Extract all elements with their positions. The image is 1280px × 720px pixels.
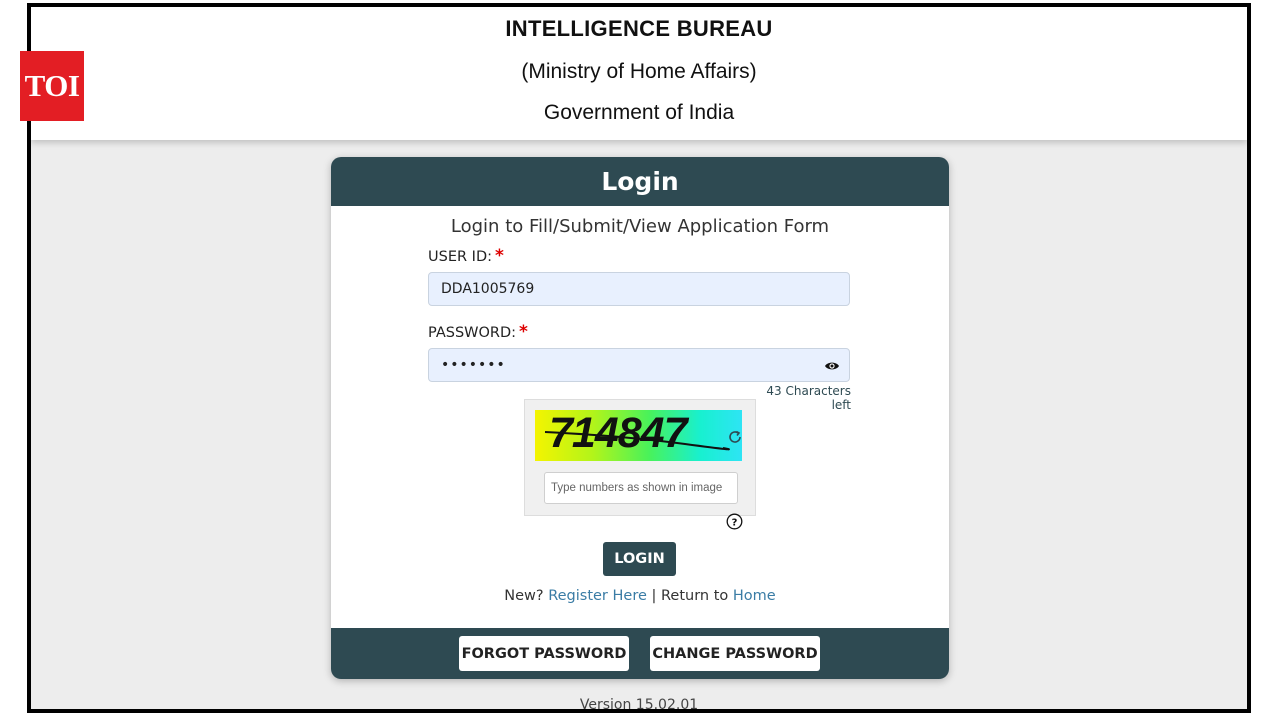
login-card-header: Login (331, 157, 949, 206)
site-header: INTELLIGENCE BUREAU (Ministry of Home Af… (31, 7, 1247, 140)
password-label-text: PASSWORD: (428, 325, 517, 341)
user-id-label-text: USER ID: (428, 249, 492, 265)
password-field[interactable]: ••••••• (428, 348, 850, 382)
link-separator: | (651, 588, 657, 604)
refresh-icon[interactable] (727, 429, 743, 445)
password-value: ••••••• (441, 357, 506, 373)
user-id-field[interactable]: DDA1005769 (428, 272, 850, 306)
home-link[interactable]: Home (733, 588, 776, 604)
return-prefix: Return to (661, 588, 729, 604)
login-button[interactable]: LOGIN (603, 542, 676, 576)
register-link[interactable]: Register Here (548, 588, 647, 604)
user-id-label: USER ID: * (428, 246, 504, 266)
captcha-box: 714847 (524, 399, 756, 516)
auth-links: New? Register Here | Return to Home (331, 588, 949, 604)
government-name: Government of India (543, 101, 735, 124)
login-subtitle: Login to Fill/Submit/View Application Fo… (450, 216, 830, 237)
required-mark: * (519, 322, 528, 342)
eye-icon[interactable] (824, 358, 840, 374)
change-password-button[interactable]: CHANGE PASSWORD (650, 636, 820, 671)
new-prefix: New? (504, 588, 544, 604)
org-name: INTELLIGENCE BUREAU (505, 16, 773, 41)
required-mark: * (495, 246, 504, 266)
login-title: Login (601, 167, 679, 196)
ministry-name: (Ministry of Home Affairs) (521, 60, 757, 83)
password-label: PASSWORD: * (428, 322, 528, 342)
question-circle-icon[interactable]: ? (726, 513, 743, 530)
user-id-value: DDA1005769 (441, 281, 535, 297)
password-chars-left: 43 Characters left (766, 384, 851, 412)
login-card-footer: FORGOT PASSWORD CHANGE PASSWORD (331, 628, 949, 679)
svg-text:?: ? (732, 518, 738, 529)
login-card: Login Login to Fill/Submit/View Applicat… (331, 157, 949, 679)
toi-watermark-logo: TOI (20, 51, 84, 121)
captcha-image: 714847 (535, 410, 742, 461)
captcha-input[interactable] (544, 472, 738, 504)
version-text: Version 15.02.01 (579, 697, 699, 713)
forgot-password-button[interactable]: FORGOT PASSWORD (459, 636, 629, 671)
